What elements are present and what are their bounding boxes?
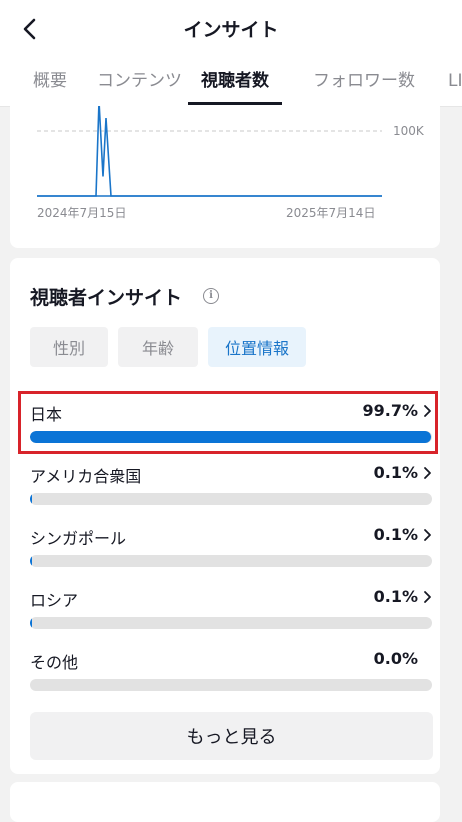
chart-x-end-label: 2025年7月14日 — [286, 206, 376, 220]
chevron-right-icon — [424, 405, 431, 417]
progress-track — [30, 555, 432, 567]
location-row-usa[interactable]: アメリカ合衆国 0.1% — [30, 463, 434, 513]
progress-track — [30, 617, 432, 629]
progress-track — [30, 679, 432, 691]
tab-bar: 概要 コンテンツ 視聴者数 フォロワー数 LI — [0, 60, 462, 106]
location-percent: 0.0% — [373, 649, 418, 668]
location-row-singapore[interactable]: シンガポール 0.1% — [30, 525, 434, 575]
chart-x-start-label: 2024年7月15日 — [37, 206, 127, 220]
progress-fill — [30, 431, 431, 443]
tab-viewers[interactable]: 視聴者数 — [188, 60, 282, 105]
viewers-chart-card: 100K 2024年7月15日 2025年7月14日 — [10, 106, 440, 248]
location-percent: 0.1% — [373, 525, 418, 544]
next-card — [10, 782, 440, 822]
chip-location[interactable]: 位置情報 — [208, 327, 306, 367]
chevron-right-icon — [424, 591, 431, 603]
progress-track — [30, 493, 432, 505]
tab-overview[interactable]: 概要 — [33, 60, 67, 104]
progress-fill — [30, 493, 32, 505]
see-more-button[interactable]: もっと見る — [30, 712, 433, 760]
tab-live[interactable]: LI — [448, 60, 462, 104]
chart-series-line — [37, 106, 382, 197]
page-title: インサイト — [183, 19, 279, 41]
location-percent: 0.1% — [373, 463, 418, 482]
chevron-right-icon — [424, 467, 431, 479]
chart-y-tick-100k: 100K — [393, 124, 424, 138]
location-name: シンガポール — [30, 529, 127, 548]
viewers-line-chart — [37, 106, 382, 197]
chip-gender[interactable]: 性別 — [30, 327, 108, 367]
location-row-other: その他 0.0% — [30, 649, 434, 699]
audience-insights-card: 視聴者インサイト i 性別 年齢 位置情報 日本 99.7% アメリカ合衆国 0… — [10, 258, 440, 774]
location-row-japan[interactable]: 日本 99.7% — [30, 401, 434, 451]
location-percent: 0.1% — [373, 587, 418, 606]
location-percent: 99.7% — [362, 401, 418, 420]
tab-followers[interactable]: フォロワー数 — [313, 60, 415, 104]
chip-age[interactable]: 年齢 — [118, 327, 198, 367]
tab-content[interactable]: コンテンツ — [97, 60, 182, 104]
chevron-right-icon — [424, 529, 431, 541]
progress-track — [30, 431, 432, 443]
location-name: ロシア — [30, 591, 79, 610]
info-icon[interactable]: i — [203, 288, 219, 304]
location-name: アメリカ合衆国 — [30, 467, 142, 486]
location-row-russia[interactable]: ロシア 0.1% — [30, 587, 434, 637]
progress-fill — [30, 555, 32, 567]
location-name: 日本 — [30, 405, 63, 424]
section-title: 視聴者インサイト — [30, 287, 183, 309]
location-name: その他 — [30, 653, 79, 672]
progress-fill — [30, 617, 32, 629]
top-bar: インサイト 概要 コンテンツ 視聴者数 フォロワー数 LI — [0, 0, 462, 107]
